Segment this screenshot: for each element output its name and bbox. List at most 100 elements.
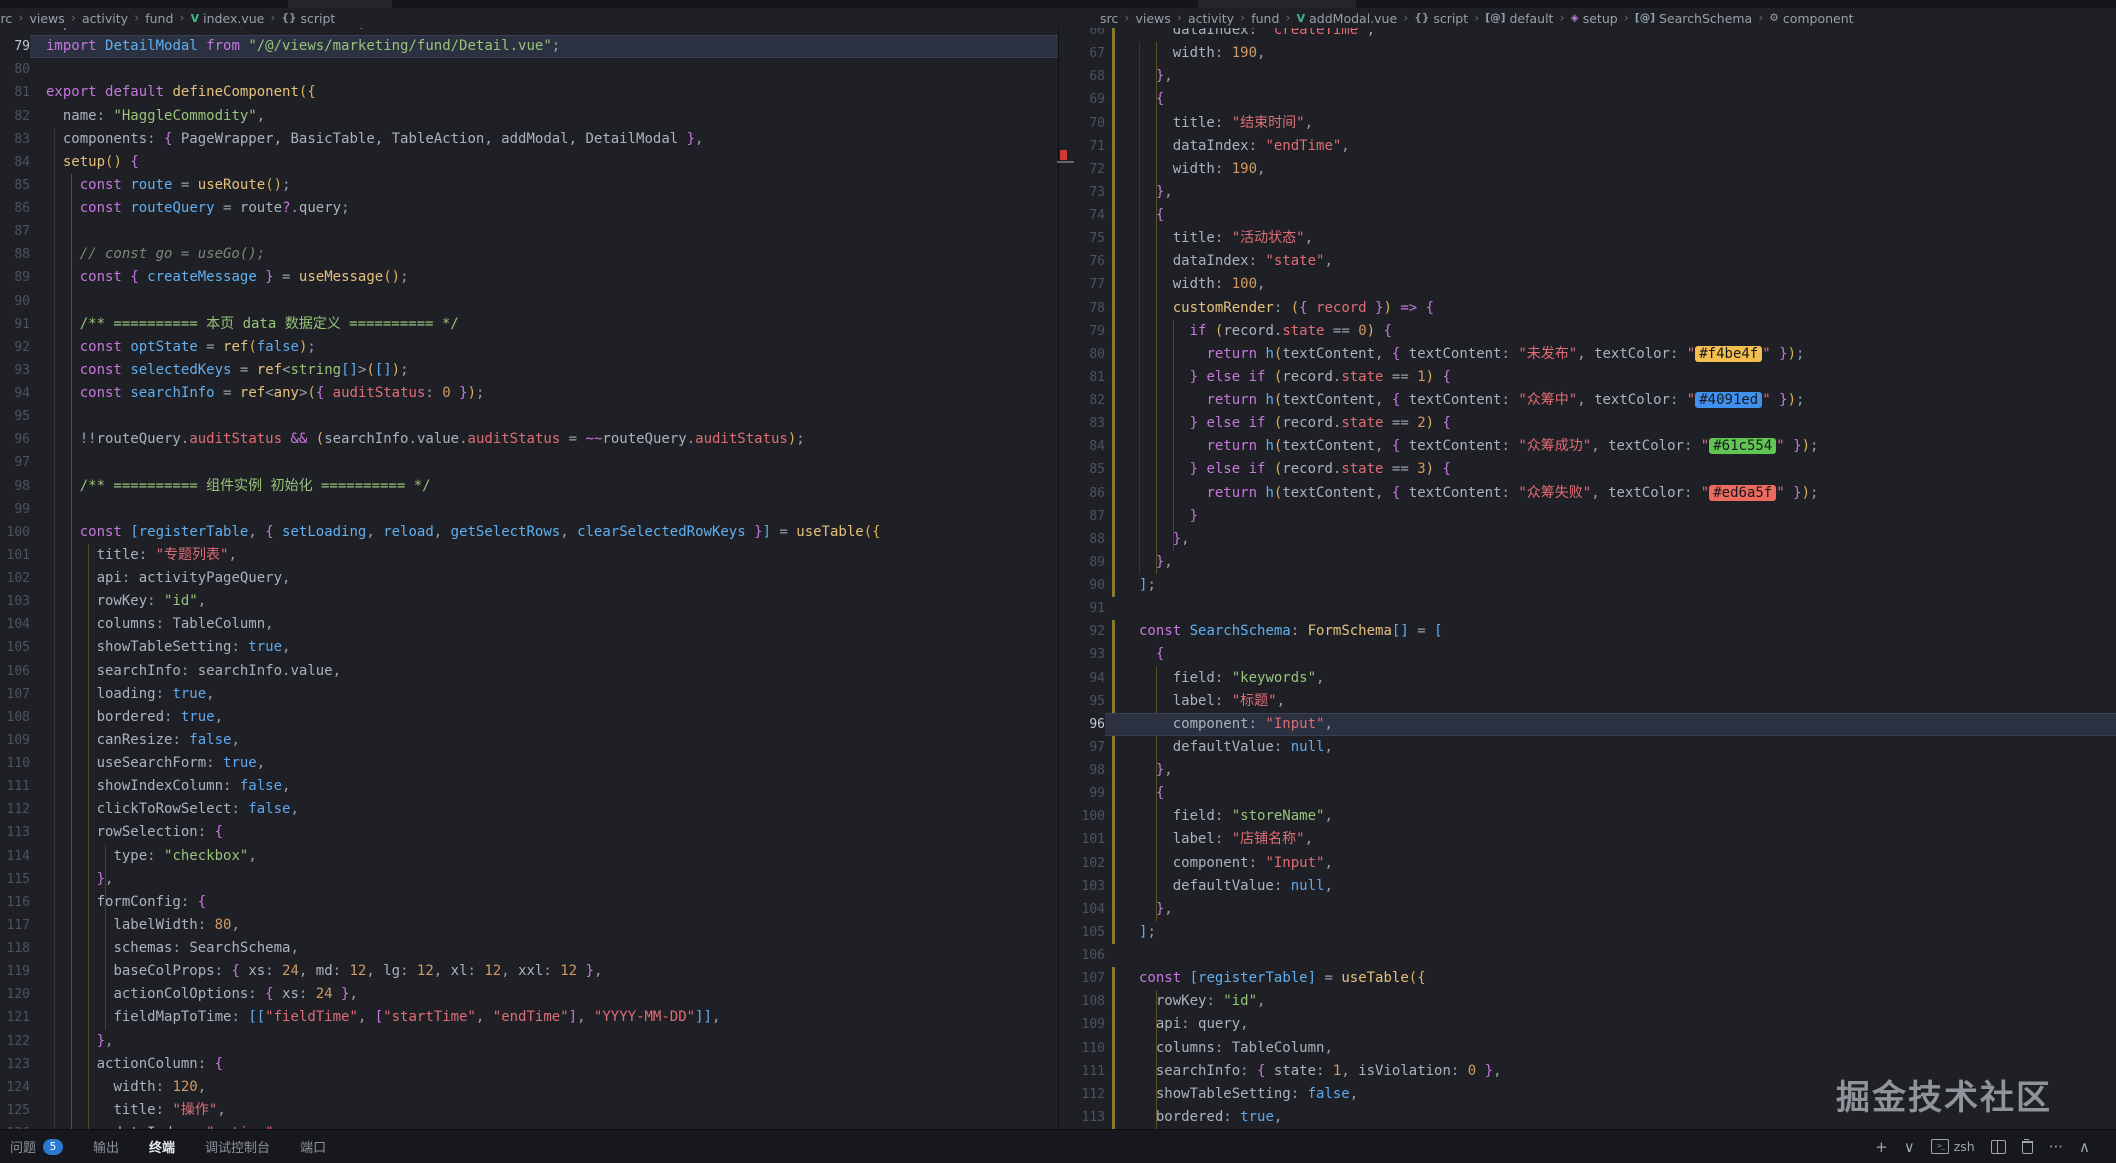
- line-number[interactable]: 93: [0, 359, 30, 382]
- line-number[interactable]: 105: [0, 636, 30, 659]
- line-number[interactable]: 100: [0, 521, 30, 544]
- breadcrumb-item-activity[interactable]: activity: [82, 11, 128, 26]
- line-number[interactable]: 98: [0, 475, 30, 498]
- line-number[interactable]: 82: [0, 105, 30, 128]
- line-number[interactable]: 95: [0, 405, 30, 428]
- code-line-90[interactable]: 90: [0, 290, 1058, 313]
- line-number[interactable]: 81: [0, 81, 30, 104]
- line-number[interactable]: 112: [0, 798, 30, 821]
- code-line-95[interactable]: 95: [0, 405, 1058, 428]
- code-line-124[interactable]: 124 width: 120,: [0, 1076, 1058, 1099]
- line-number[interactable]: 109: [1059, 1013, 1105, 1036]
- code-line-84[interactable]: 84 setup() {: [0, 151, 1058, 174]
- code-line-112[interactable]: 112 clickToRowSelect: false,: [0, 798, 1058, 821]
- breadcrumb-item-searchschema[interactable]: [@]SearchSchema: [1635, 11, 1752, 26]
- line-number[interactable]: 84: [1059, 435, 1105, 458]
- code-line-103[interactable]: 103 defaultValue: null,: [1059, 875, 2116, 898]
- breadcrumb-item-fund[interactable]: fund: [1251, 11, 1279, 26]
- code-line-81[interactable]: 81export default defineComponent({: [0, 81, 1058, 104]
- line-number[interactable]: 99: [0, 498, 30, 521]
- line-number[interactable]: 96: [0, 428, 30, 451]
- maximize-panel-icon[interactable]: ∧: [2079, 1138, 2090, 1156]
- code-line-99[interactable]: 99 {: [1059, 782, 2116, 805]
- code-line-104[interactable]: 104 columns: TableColumn,: [0, 613, 1058, 636]
- code-line-96[interactable]: 96 component: "Input",: [1059, 713, 2116, 736]
- code-line-76[interactable]: 76 dataIndex: "state",: [1059, 250, 2116, 273]
- line-number[interactable]: 106: [0, 660, 30, 683]
- line-number[interactable]: 94: [1059, 667, 1105, 690]
- code-line-66[interactable]: 66 dataIndex: "createTime",: [1059, 28, 2116, 42]
- code-line-87[interactable]: 87: [0, 220, 1058, 243]
- code-line-67[interactable]: 67 width: 190,: [1059, 42, 2116, 65]
- code-line-82[interactable]: 82 name: "HaggleCommodity",: [0, 105, 1058, 128]
- line-number[interactable]: 103: [0, 590, 30, 613]
- panel-tab-问题[interactable]: 问题5: [10, 1137, 63, 1156]
- breadcrumb-item-views[interactable]: views: [1135, 11, 1170, 26]
- line-number[interactable]: 92: [0, 336, 30, 359]
- line-number[interactable]: 108: [0, 706, 30, 729]
- line-number[interactable]: 105: [1059, 921, 1105, 944]
- line-number[interactable]: 107: [0, 683, 30, 706]
- line-number[interactable]: 122: [0, 1030, 30, 1053]
- line-number[interactable]: 70: [1059, 112, 1105, 135]
- code-line-75[interactable]: 75 title: "活动状态",: [1059, 227, 2116, 250]
- split-terminal-icon[interactable]: [1991, 1140, 2006, 1154]
- code-line-89[interactable]: 89 },: [1059, 551, 2116, 574]
- line-number[interactable]: 78: [0, 28, 30, 35]
- panel-tab-端口[interactable]: 端口: [300, 1137, 326, 1156]
- line-number[interactable]: 76: [1059, 250, 1105, 273]
- code-line-109[interactable]: 109 canResize: false,: [0, 729, 1058, 752]
- panel-tab-调试控制台[interactable]: 调试控制台: [205, 1137, 270, 1156]
- kill-terminal-icon[interactable]: [2022, 1139, 2033, 1154]
- code-line-87[interactable]: 87 }: [1059, 505, 2116, 528]
- tab-index-vue[interactable]: [288, 0, 392, 8]
- line-number[interactable]: 88: [1059, 528, 1105, 551]
- code-line-84[interactable]: 84 return h(textContent, { textContent: …: [1059, 435, 2116, 458]
- code-line-79[interactable]: 79 if (record.state == 0) {: [1059, 320, 2116, 343]
- code-line-122[interactable]: 122 },: [0, 1030, 1058, 1053]
- editor-pane-right[interactable]: 66 dataIndex: "createTime",67 width: 190…: [1059, 28, 2116, 1130]
- line-number[interactable]: 78: [1059, 297, 1105, 320]
- code-line-69[interactable]: 69 {: [1059, 88, 2116, 111]
- line-number[interactable]: 89: [1059, 551, 1105, 574]
- line-number[interactable]: 90: [0, 290, 30, 313]
- code-line-125[interactable]: 125 title: "操作",: [0, 1099, 1058, 1122]
- line-number[interactable]: 85: [1059, 458, 1105, 481]
- breadcrumb-item-script[interactable]: {}script: [282, 11, 336, 26]
- line-number[interactable]: 92: [1059, 620, 1105, 643]
- line-number[interactable]: 97: [1059, 736, 1105, 759]
- code-line-80[interactable]: 80: [0, 58, 1058, 81]
- line-number[interactable]: 93: [1059, 643, 1105, 666]
- line-number[interactable]: 86: [0, 197, 30, 220]
- code-line-98[interactable]: 98 /** ========== 组件实例 初始化 ========== */: [0, 475, 1058, 498]
- line-number[interactable]: 111: [0, 775, 30, 798]
- code-line-116[interactable]: 116 formConfig: {: [0, 891, 1058, 914]
- code-line-110[interactable]: 110 columns: TableColumn,: [1059, 1037, 2116, 1060]
- line-number[interactable]: 115: [0, 868, 30, 891]
- line-number[interactable]: 125: [0, 1099, 30, 1122]
- code-line-117[interactable]: 117 labelWidth: 80,: [0, 914, 1058, 937]
- line-number[interactable]: 67: [1059, 42, 1105, 65]
- line-number[interactable]: 84: [0, 151, 30, 174]
- code-line-118[interactable]: 118 schemas: SearchSchema,: [0, 937, 1058, 960]
- code-line-109[interactable]: 109 api: query,: [1059, 1013, 2116, 1036]
- code-line-99[interactable]: 99: [0, 498, 1058, 521]
- breadcrumb-item-setup[interactable]: ◈setup: [1571, 11, 1618, 26]
- new-terminal-icon[interactable]: +: [1875, 1138, 1888, 1156]
- terminal-picker-icon[interactable]: ∨: [1904, 1138, 1915, 1156]
- line-number[interactable]: 108: [1059, 990, 1105, 1013]
- code-line-68[interactable]: 68 },: [1059, 65, 2116, 88]
- code-line-82[interactable]: 82 return h(textContent, { textContent: …: [1059, 389, 2116, 412]
- line-number[interactable]: 79: [0, 35, 30, 58]
- panel-tab-终端[interactable]: 终端: [149, 1137, 175, 1156]
- code-line-90[interactable]: 90];: [1059, 574, 2116, 597]
- breadcrumb-item-addmodal-vue[interactable]: VaddModal.vue: [1297, 11, 1398, 26]
- code-line-111[interactable]: 111 showIndexColumn: false,: [0, 775, 1058, 798]
- code-line-101[interactable]: 101 label: "店铺名称",: [1059, 828, 2116, 851]
- code-line-108[interactable]: 108 rowKey: "id",: [1059, 990, 2116, 1013]
- line-number[interactable]: 87: [0, 220, 30, 243]
- breadcrumb-item-index-vue[interactable]: Vindex.vue: [191, 11, 265, 26]
- code-line-74[interactable]: 74 {: [1059, 204, 2116, 227]
- line-number[interactable]: 104: [0, 613, 30, 636]
- color-swatch[interactable]: #4091ed: [1695, 392, 1762, 408]
